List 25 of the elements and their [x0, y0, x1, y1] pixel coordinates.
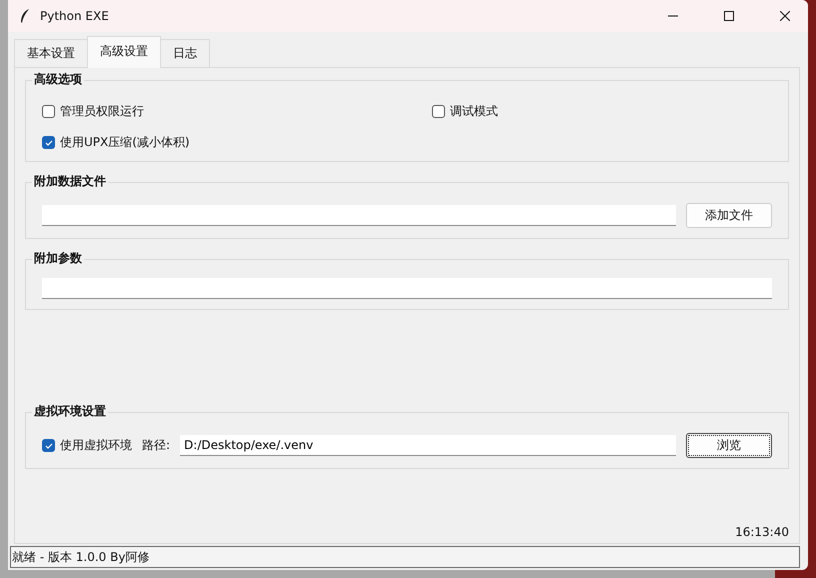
- add-file-button[interactable]: 添加文件: [686, 203, 772, 228]
- status-bar: 就绪 - 版本 1.0.0 By阿修: [10, 546, 800, 568]
- group-title: 附加数据文件: [32, 173, 108, 190]
- tab[interactable]: 高级设置: [87, 36, 161, 68]
- tab[interactable]: 基本设置: [14, 39, 88, 68]
- feather-icon: [20, 9, 30, 23]
- path-label: 路径:: [142, 437, 170, 454]
- browse-button[interactable]: 浏览: [686, 433, 772, 458]
- checkmark-icon: [44, 442, 52, 450]
- checkbox[interactable]: 使用UPX压缩(减小体积): [42, 134, 432, 151]
- checkmark-icon: [44, 138, 52, 146]
- group-title: 附加参数: [32, 250, 84, 267]
- checkbox[interactable]: 管理员权限运行: [42, 103, 432, 120]
- tab[interactable]: 日志: [160, 39, 210, 68]
- input-field[interactable]: [42, 205, 676, 226]
- path-field[interactable]: D:/Desktop/exe/.venv: [180, 435, 676, 456]
- checkbox[interactable]: 使用虚拟环境: [42, 437, 132, 454]
- close-icon: [780, 11, 790, 21]
- group-title: 高级选项: [32, 71, 84, 88]
- input-field[interactable]: [42, 278, 772, 299]
- clock-time: 16:13:40: [735, 525, 789, 539]
- maximize-icon: [724, 11, 734, 21]
- window-title: Python EXE: [40, 9, 110, 23]
- group-title: 虚拟环境设置: [32, 403, 108, 420]
- checkbox[interactable]: 调试模式: [432, 103, 772, 120]
